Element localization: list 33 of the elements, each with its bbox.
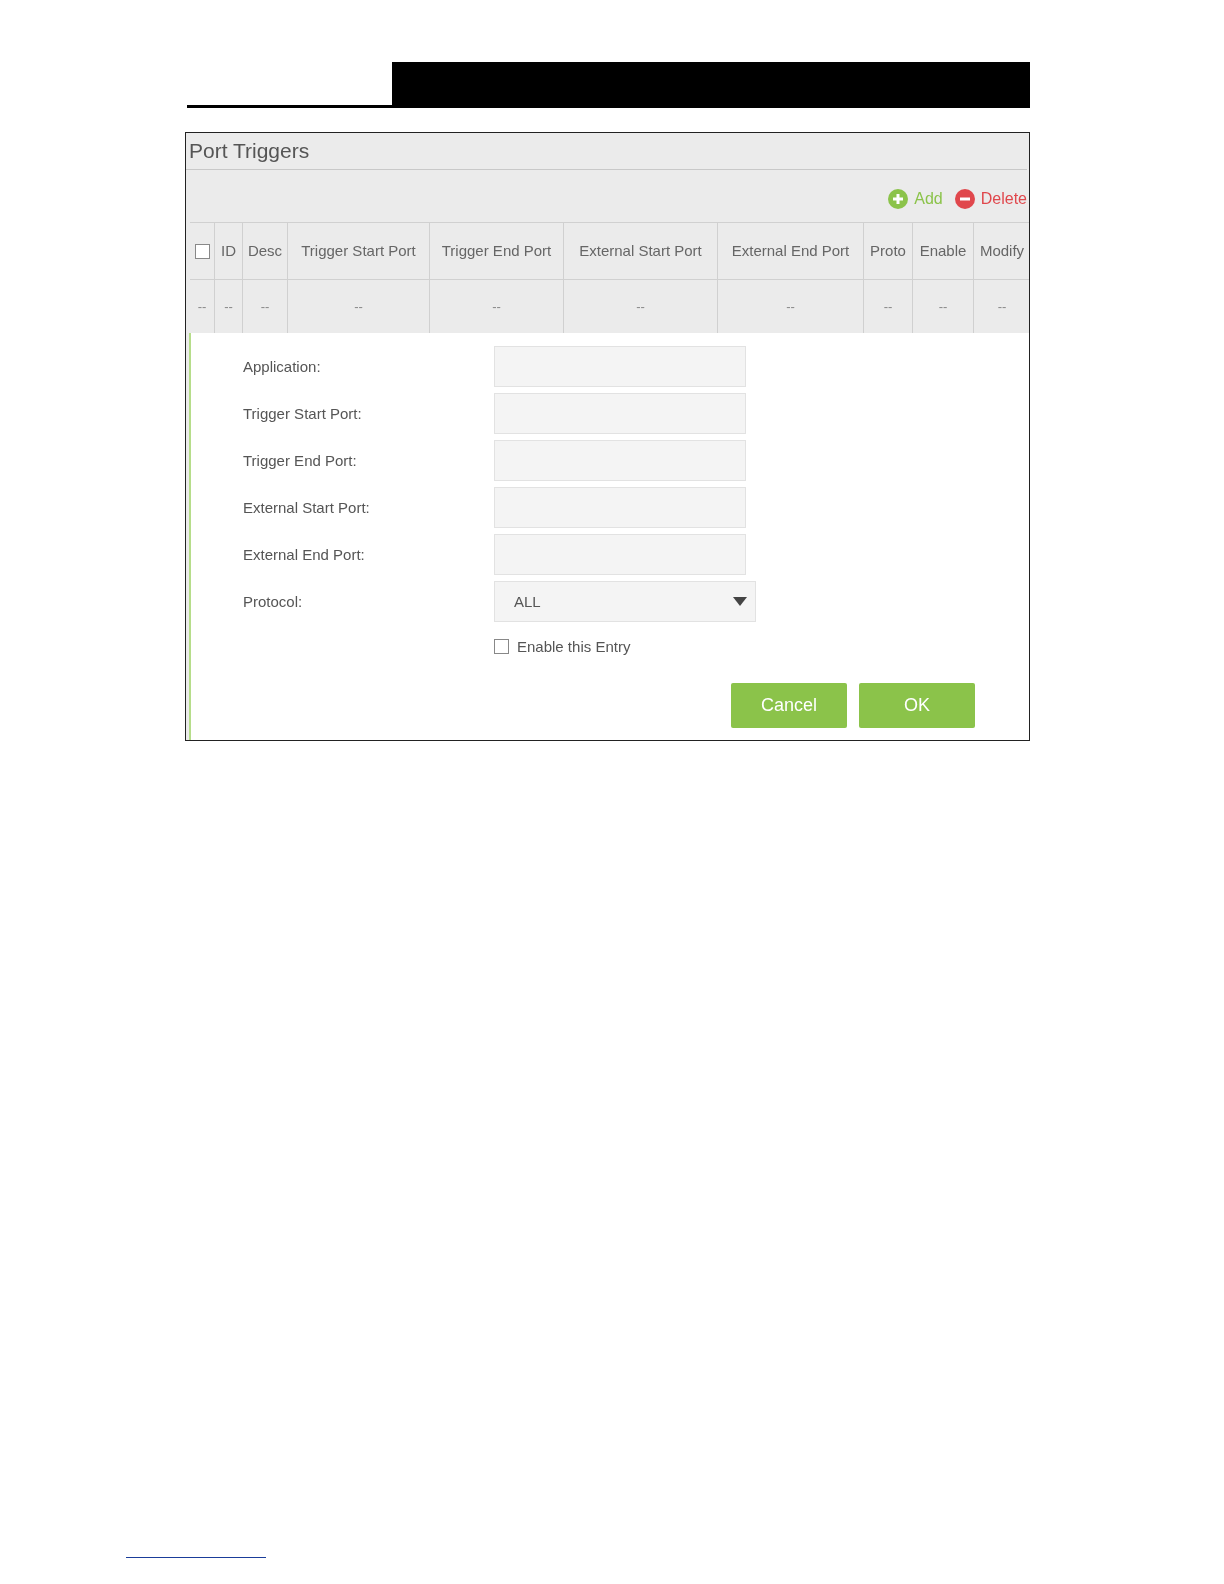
minus-icon	[954, 189, 975, 209]
caret-icon	[733, 597, 747, 606]
column-header: ID	[215, 223, 243, 279]
text-field[interactable]	[494, 534, 746, 575]
field-label: External End Port:	[242, 546, 366, 563]
table-cell-text: --	[996, 297, 1008, 316]
protocol-dropdown[interactable]: ALL	[494, 581, 756, 622]
plus-icon	[888, 189, 909, 209]
delete-button[interactable]: Delete	[954, 189, 1027, 209]
enable-checkbox[interactable]	[494, 639, 509, 654]
add-button[interactable]: Add	[888, 189, 943, 209]
column-header: Modify	[978, 241, 1026, 261]
dialog-button[interactable]: OK	[859, 683, 975, 728]
text-field[interactable]	[494, 346, 746, 387]
column-header: Enable	[913, 223, 974, 279]
column-header: Trigger End Port	[430, 223, 564, 279]
column-header: External End Port	[718, 223, 864, 279]
column-header: Proto	[864, 223, 913, 279]
text-field[interactable]	[494, 393, 746, 434]
text-field[interactable]	[494, 440, 746, 481]
column-header: Desc	[243, 223, 288, 279]
column-header: External Start Port	[564, 223, 718, 279]
column-header: Trigger Start Port	[288, 223, 430, 279]
field-label: Protocol:	[242, 593, 304, 610]
text-field[interactable]	[494, 487, 746, 528]
field-label: Trigger Start Port:	[242, 405, 363, 422]
panel-title: Port Triggers	[186, 133, 1027, 170]
select-all-checkbox[interactable]	[194, 243, 210, 259]
field-label: Trigger End Port:	[242, 452, 358, 469]
checkbox-label: Enable this Entry	[517, 638, 631, 655]
field-label: External Start Port:	[242, 499, 371, 516]
field-label: Application:	[242, 358, 322, 375]
dialog-button[interactable]: Cancel	[731, 683, 847, 728]
